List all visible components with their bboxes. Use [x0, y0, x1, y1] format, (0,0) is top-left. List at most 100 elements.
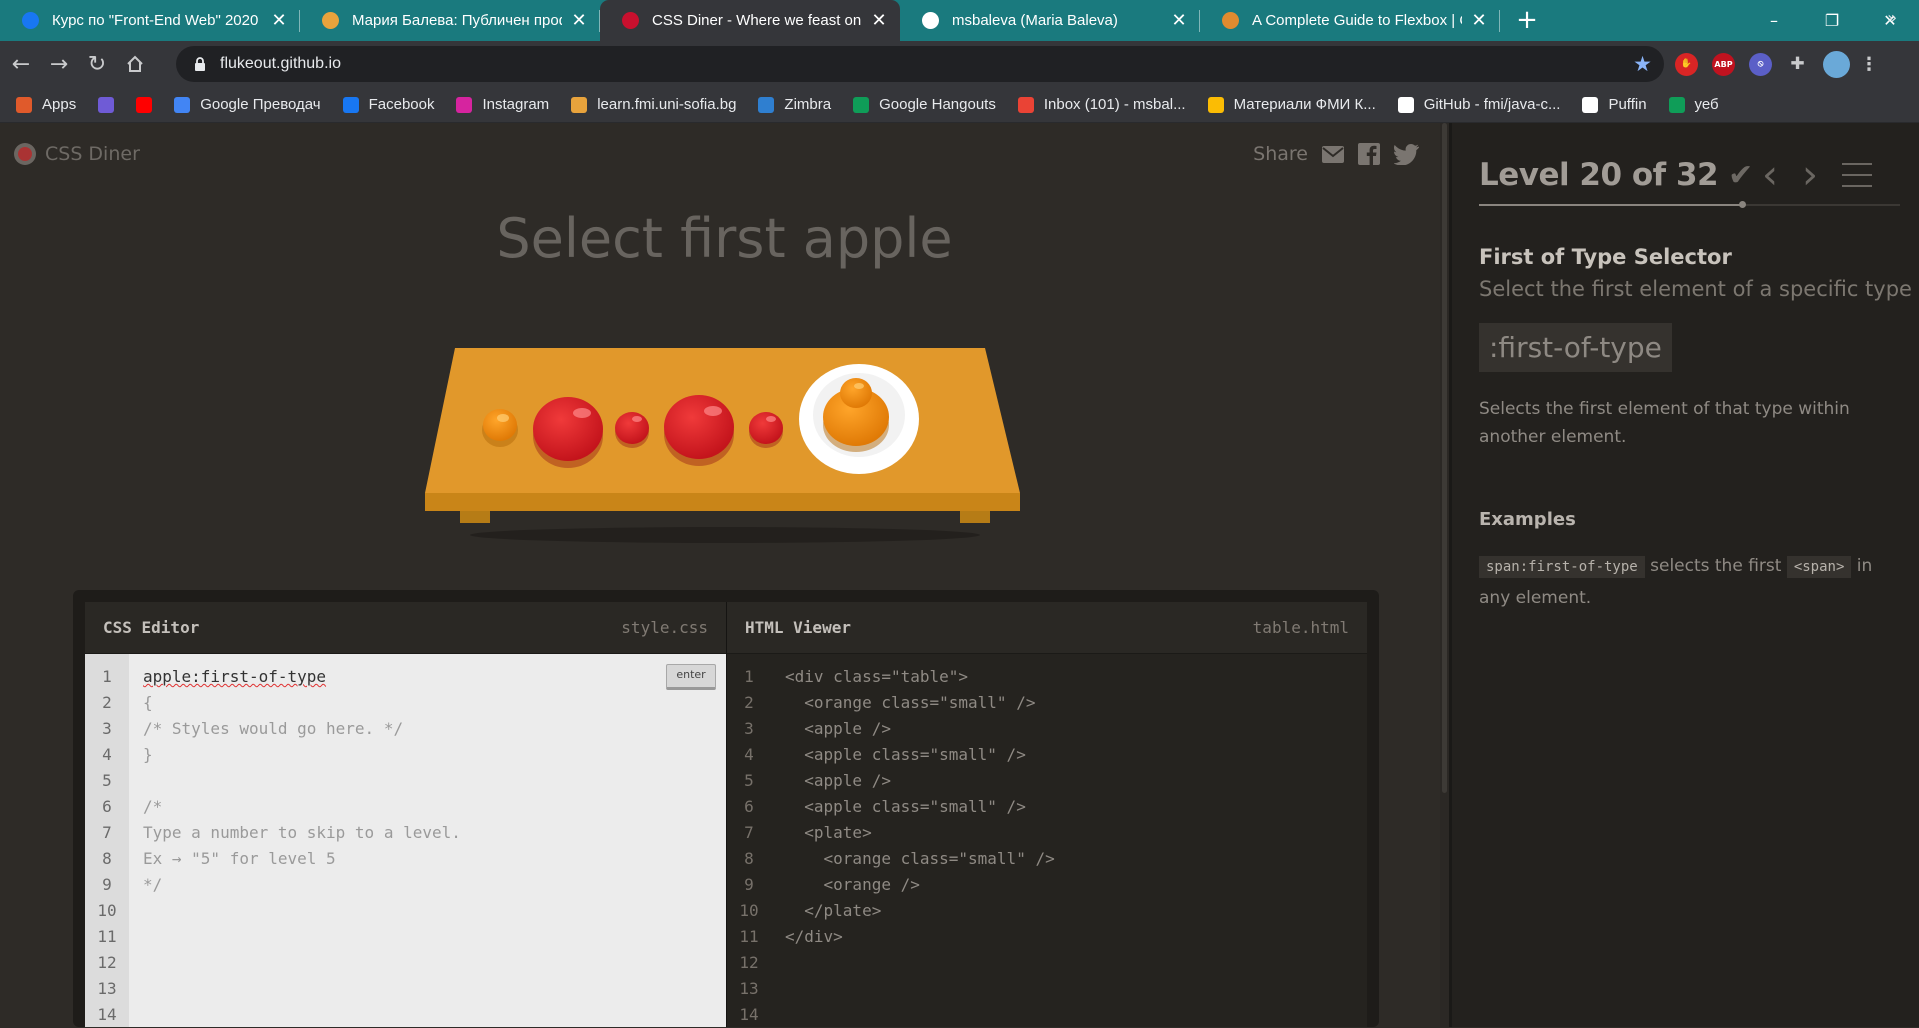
bookmark-item[interactable]: уеб: [1668, 96, 1719, 113]
css-diner-logo[interactable]: CSS Diner: [14, 143, 140, 165]
back-button[interactable]: ←: [4, 47, 38, 81]
small-apple[interactable]: [749, 412, 783, 448]
code-line[interactable]: [143, 976, 726, 1002]
code-line[interactable]: [143, 950, 726, 976]
css-code-lines[interactable]: apple:first-of-type{/* Styles would go h…: [143, 654, 726, 1028]
adblock-plus-icon[interactable]: ABP: [1712, 52, 1735, 76]
tab-close-icon[interactable]: ✕: [270, 10, 288, 31]
browser-tab[interactable]: Курс по "Front-End Web" 2020 | Fa ✕: [0, 0, 300, 41]
new-tab-button[interactable]: +: [1510, 3, 1544, 37]
small-apple[interactable]: [615, 412, 649, 448]
browser-tab[interactable]: CSS Diner - Where we feast on CSS ✕: [600, 0, 900, 41]
checkmark-icon: ✔: [1728, 157, 1753, 193]
enter-button[interactable]: enter: [666, 664, 716, 690]
twitter-icon[interactable]: [1394, 143, 1419, 165]
stop-extension-icon[interactable]: ✋: [1675, 52, 1698, 76]
previous-level-button[interactable]: ‹: [1762, 155, 1778, 195]
html-viewer-pane: HTML Viewer table.html 1 2 3 4 5 6 7 8 9 10 11 12 13…: [726, 602, 1367, 1027]
extensions-area: ✋ ABP ⦸ ✚ ⋮: [1675, 46, 1878, 82]
code-line[interactable]: [143, 1002, 726, 1028]
bookmark-item[interactable]: GitHub - fmi/java-c...: [1397, 96, 1561, 113]
browser-tab[interactable]: msbaleva (Maria Baleva) ✕: [900, 0, 1200, 41]
bookmark-item[interactable]: Материали ФМИ К...: [1207, 96, 1376, 113]
bookmarks-bar: Apps Google Преводач Facebook Instagram lear…: [0, 87, 1919, 123]
code-line[interactable]: /* Styles would go here. */: [143, 716, 726, 742]
scrollbar-thumb[interactable]: [1442, 123, 1447, 793]
email-icon[interactable]: [1322, 145, 1344, 163]
browser-tab[interactable]: A Complete Guide to Flexbox | CSS ✕: [1200, 0, 1500, 41]
apple[interactable]: [664, 395, 734, 466]
minimize-button[interactable]: –: [1745, 0, 1803, 41]
bookmark-label: уеб: [1694, 96, 1719, 113]
bookmark-item[interactable]: Puffin: [1582, 96, 1647, 113]
bookmark-item[interactable]: Facebook: [342, 96, 434, 113]
code-line[interactable]: apple:first-of-type: [143, 664, 726, 690]
logo-text: CSS Diner: [45, 143, 140, 165]
tab-title: CSS Diner - Where we feast on CSS: [652, 12, 862, 29]
level-progress-fill: [1479, 204, 1743, 206]
profile-avatar[interactable]: [1823, 50, 1850, 78]
plate[interactable]: [799, 364, 919, 474]
page-scrollbar[interactable]: [1440, 123, 1449, 1027]
line-number: 2: [744, 693, 754, 712]
tab-close-icon[interactable]: ✕: [1170, 10, 1188, 31]
bookmark-item[interactable]: Google Преводач: [174, 96, 321, 113]
bookmark-item[interactable]: [136, 96, 153, 113]
bookmark-label: Google Преводач: [200, 96, 321, 113]
bookmark-item[interactable]: Inbox (101) - msbal...: [1017, 96, 1186, 113]
bookmark-favicon-icon: [1017, 96, 1034, 113]
menu-kebab-icon[interactable]: ⋮: [1860, 53, 1878, 76]
next-level-button[interactable]: ›: [1802, 155, 1818, 195]
small-orange[interactable]: [840, 378, 872, 408]
code-line[interactable]: [143, 768, 726, 794]
bookmark-item[interactable]: [98, 96, 115, 113]
bookmark-item[interactable]: Google Hangouts: [853, 96, 996, 113]
selector-title: First of Type Selector: [1479, 245, 1732, 269]
code-editor: CSS Editor style.css 1 2 3 4 5 6 7 8 9 10 11 12 13 14…: [73, 590, 1379, 1027]
example-text: span:first-of-type selects the first <sp…: [1479, 551, 1899, 614]
level-instruction: Select first apple: [496, 207, 953, 270]
reload-button[interactable]: ↻: [80, 47, 114, 81]
code-line[interactable]: */: [143, 872, 726, 898]
restore-button[interactable]: ❐: [1803, 0, 1861, 41]
code-line: <apple />: [785, 719, 891, 738]
level-menu-icon[interactable]: [1842, 162, 1872, 188]
code-line[interactable]: [143, 898, 726, 924]
small-orange[interactable]: [482, 409, 518, 447]
code-line[interactable]: [143, 924, 726, 950]
browser-tab[interactable]: Мария Балева: Публичен профил ✕: [300, 0, 600, 41]
tab-close-icon[interactable]: ✕: [570, 10, 588, 31]
facebook-icon[interactable]: [1358, 143, 1380, 165]
css-code-area[interactable]: 1 2 3 4 5 6 7 8 9 10 11 12 13 14 apple:first-of-type{…: [85, 654, 726, 1027]
apple[interactable]: [533, 397, 603, 468]
code-line[interactable]: /*: [143, 794, 726, 820]
bookmark-item[interactable]: learn.fmi.uni-sofia.bg: [571, 96, 736, 113]
extensions-puzzle-icon[interactable]: ✚: [1786, 53, 1809, 76]
bookmark-label: GitHub - fmi/java-c...: [1423, 96, 1561, 113]
line-number: 5: [744, 771, 754, 790]
code-line[interactable]: }: [143, 742, 726, 768]
bookmark-item[interactable]: Zimbra: [758, 96, 831, 113]
address-bar[interactable]: flukeout.github.io ★: [176, 46, 1664, 82]
code-line[interactable]: Ex → "5" for level 5: [143, 846, 726, 872]
bookmark-item[interactable]: Instagram: [456, 96, 549, 113]
bookmark-item[interactable]: Apps: [16, 96, 76, 113]
home-button[interactable]: [118, 47, 152, 81]
line-number: 7: [102, 823, 112, 842]
code-line[interactable]: Type a number to skip to a level.: [143, 820, 726, 846]
privacy-extension-icon[interactable]: ⦸: [1749, 52, 1772, 76]
line-number: 1: [102, 667, 112, 686]
line-number: 7: [744, 823, 754, 842]
code-line[interactable]: {: [143, 690, 726, 716]
tab-separator: [1499, 10, 1500, 32]
level-header: Level 20 of 32 ✔: [1479, 157, 1753, 193]
bookmarks-overflow-button[interactable]: »: [1887, 8, 1897, 27]
forward-button[interactable]: →: [42, 47, 76, 81]
tab-close-icon[interactable]: ✕: [870, 10, 888, 31]
line-number: 14: [739, 1005, 759, 1024]
tab-close-icon[interactable]: ✕: [1470, 10, 1488, 31]
bookmark-star-icon[interactable]: ★: [1633, 52, 1652, 77]
bookmark-favicon-icon: [571, 96, 588, 113]
line-number: 11: [97, 927, 117, 946]
